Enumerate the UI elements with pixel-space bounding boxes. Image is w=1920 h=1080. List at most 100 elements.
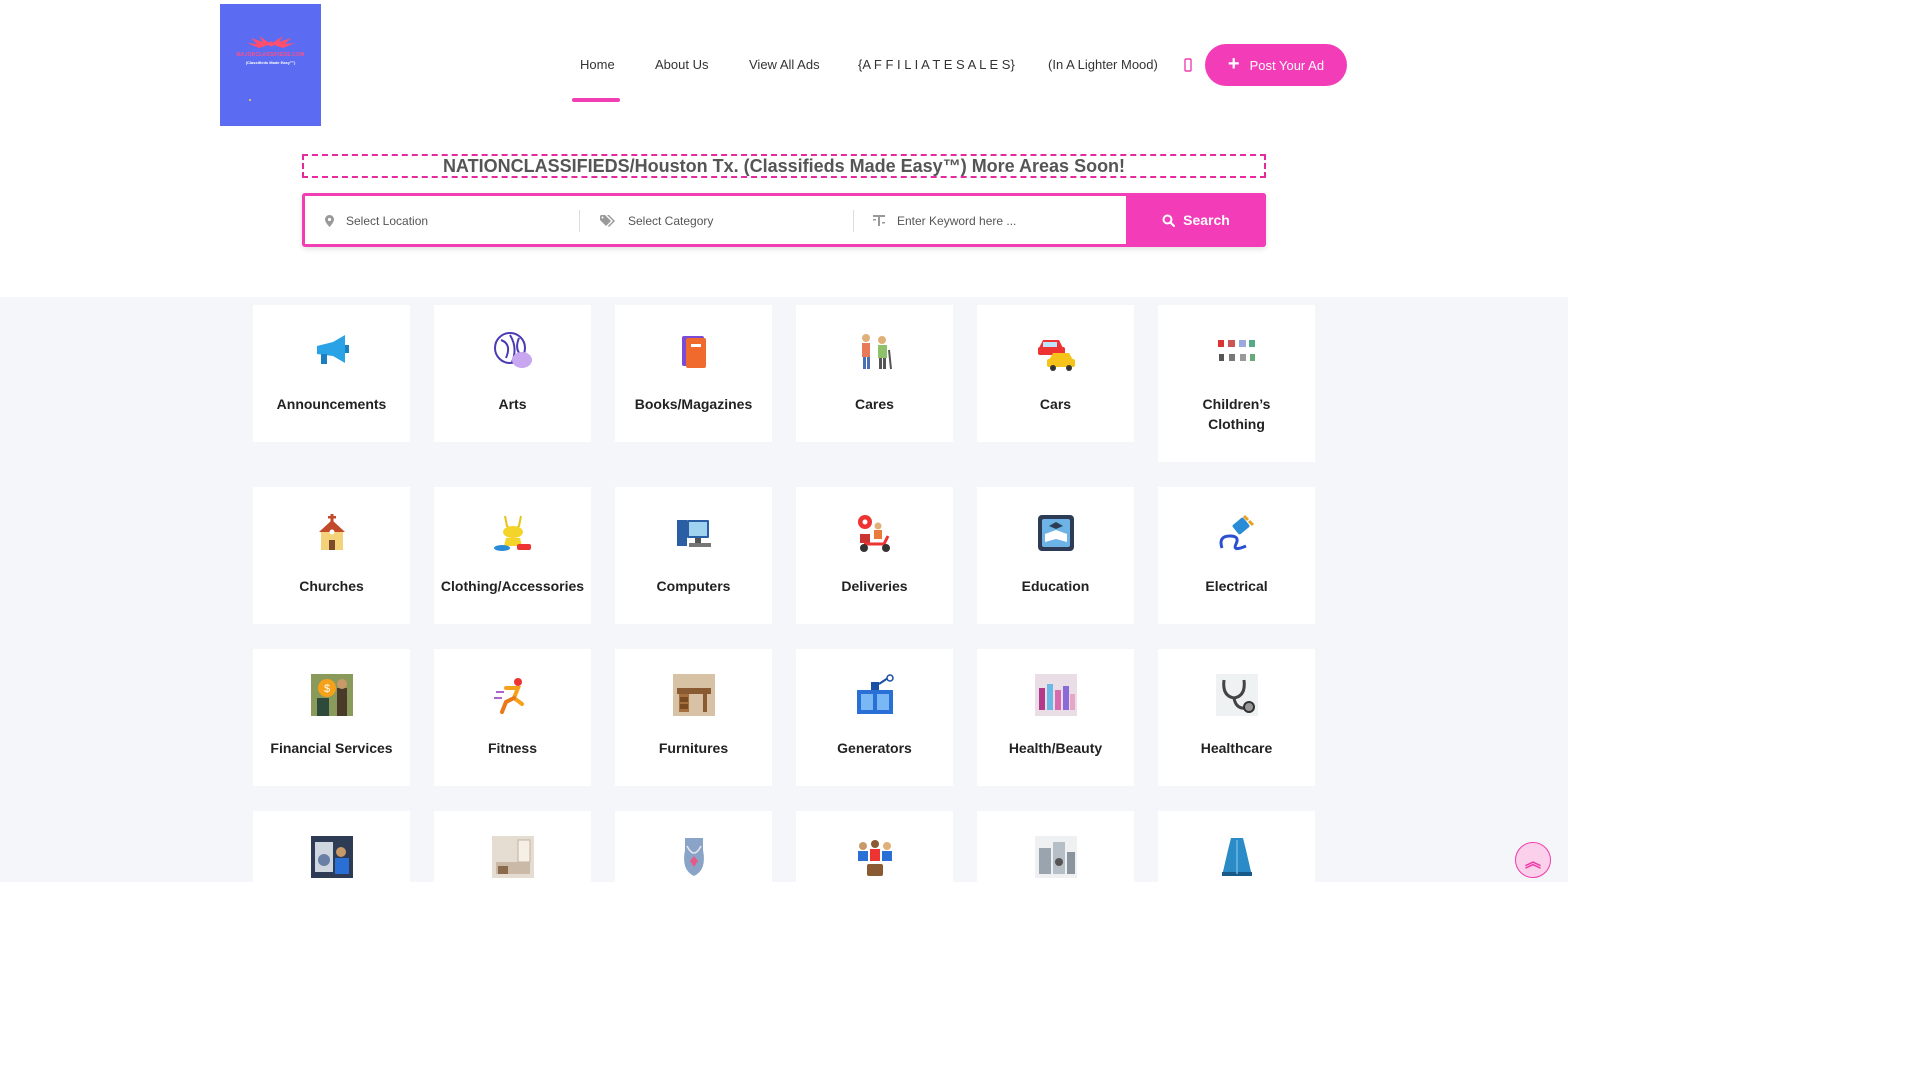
dress-icon [1216, 836, 1258, 878]
location-select[interactable]: Select Location [325, 210, 575, 232]
category-card[interactable]: Electrical [1158, 487, 1315, 624]
clothing-icon [492, 512, 534, 554]
category-card[interactable] [434, 811, 591, 948]
category-card[interactable]: Cares [796, 305, 953, 442]
category-card[interactable]: Generators [796, 649, 953, 786]
category-label: Churches [299, 578, 364, 594]
nav-about-us[interactable]: About Us [655, 57, 708, 73]
category-label: Arts [498, 396, 527, 412]
category-label: Cars [1039, 396, 1072, 412]
double-chevron-up-icon: ︽ [1524, 854, 1541, 871]
category-card[interactable]: Churches [253, 487, 410, 624]
category-label: Children’s Clothing [1202, 396, 1271, 432]
kids-clothes-icon [1216, 330, 1258, 372]
category-card[interactable]: Health/Beauty [977, 649, 1134, 786]
location-placeholder: Select Location [346, 214, 429, 228]
category-card[interactable] [977, 811, 1134, 948]
nav-view-all-ads[interactable]: View All Ads [749, 57, 820, 73]
category-card[interactable] [615, 811, 772, 948]
category-label: Fitness [487, 740, 537, 756]
generator-icon [854, 674, 896, 716]
category-card[interactable]: Fitness [434, 649, 591, 786]
category-label: Education [1021, 578, 1090, 594]
people-icon [854, 836, 896, 878]
site-logo[interactable]: MAJORCLASSIFIEDS.COM (Classifieds Made E… [220, 4, 321, 126]
nav-active-indicator [572, 98, 620, 102]
category-label: Health/Beauty [1008, 740, 1103, 756]
category-card[interactable]: Cars [977, 305, 1134, 442]
post-ad-label: Post Your Ad [1249, 57, 1325, 73]
delivery-scooter-icon [854, 512, 896, 554]
search-divider [853, 210, 854, 232]
text-format-icon [873, 215, 885, 226]
category-label: Books/Magazines [634, 396, 753, 412]
beauty-icon [1034, 674, 1077, 716]
necklace-icon [673, 836, 715, 878]
megaphone-icon [311, 330, 353, 372]
post-ad-button[interactable]: + Post Your Ad [1205, 44, 1347, 86]
nav-lighter-mood[interactable]: (In A Lighter Mood) [1048, 57, 1158, 73]
map-marker-icon [325, 215, 334, 227]
logo-text-tagline: (Classifieds Made Easy™) [245, 60, 296, 65]
room-icon [491, 836, 534, 878]
stethoscope-icon [1215, 674, 1258, 716]
education-icon [1035, 512, 1077, 554]
search-button[interactable]: Search [1126, 193, 1266, 247]
category-placeholder: Select Category [628, 214, 714, 228]
category-label: Electrical [1205, 578, 1268, 594]
caregiver-icon [854, 330, 896, 372]
category-card[interactable]: Furnitures [615, 649, 772, 786]
search-bar: Select Location Select Category Enter Ke… [302, 193, 1266, 247]
search-icon [1162, 214, 1176, 227]
category-label: Announcements [276, 396, 387, 412]
logo-text-site: MAJORCLASSIFIEDS.COM [236, 52, 305, 58]
machines-icon [1034, 836, 1077, 878]
user-icon[interactable] [1184, 57, 1192, 73]
desk-icon [672, 674, 715, 716]
plus-icon: + [1227, 53, 1240, 75]
categories-section [0, 297, 1568, 882]
category-card[interactable]: Education [977, 487, 1134, 624]
category-card[interactable] [253, 811, 410, 948]
keyword-placeholder: Enter Keyword here ... [897, 214, 1017, 228]
category-label: Generators [837, 740, 912, 756]
category-card[interactable]: Books/Magazines [615, 305, 772, 442]
category-card[interactable]: Healthcare [1158, 649, 1315, 786]
logo-dot [248, 99, 251, 101]
category-card[interactable]: $ Financial Services [253, 649, 410, 786]
category-card[interactable]: Arts [434, 305, 591, 442]
scroll-to-top-button[interactable]: ︽ [1515, 842, 1551, 878]
category-card[interactable]: Children’s Clothing [1158, 305, 1315, 462]
finance-icon: $ [310, 674, 353, 716]
category-select[interactable]: Select Category [600, 210, 850, 232]
category-card[interactable] [796, 811, 953, 948]
appliance-repair-icon [310, 836, 353, 878]
category-card[interactable]: Announcements [253, 305, 410, 442]
page-headline: NATIONCLASSIFIEDS/Houston Tx. (Classifie… [302, 154, 1266, 178]
search-button-label: Search [1183, 212, 1230, 228]
category-card[interactable]: Computers [615, 487, 772, 624]
tags-icon [600, 215, 615, 227]
category-label: Healthcare [1200, 740, 1273, 756]
nav-affiliate-sales[interactable]: {A F F I L I A T E S A L E S} [858, 57, 1015, 73]
cars-icon [1035, 330, 1077, 372]
keyword-input[interactable]: Enter Keyword here ... [873, 210, 1123, 232]
search-divider [579, 210, 580, 232]
category-label: Clothing/Accessories [440, 578, 585, 594]
category-label: Cares [855, 396, 894, 412]
category-card[interactable] [1158, 811, 1315, 948]
category-card[interactable]: Deliveries [796, 487, 953, 624]
palette-icon [492, 330, 534, 372]
category-label: Deliveries [841, 578, 908, 594]
wings-logo-icon [246, 36, 295, 48]
category-card[interactable]: Clothing/Accessories [434, 487, 591, 624]
nav-home[interactable]: Home [580, 57, 615, 73]
category-label: Furnitures [658, 740, 729, 756]
category-label: Financial Services [270, 740, 393, 756]
book-icon [673, 330, 715, 372]
runner-icon [492, 674, 534, 716]
plug-icon [1216, 512, 1258, 554]
svg-text:$: $ [323, 683, 329, 695]
category-label: Computers [656, 578, 731, 594]
computer-icon [673, 512, 715, 554]
